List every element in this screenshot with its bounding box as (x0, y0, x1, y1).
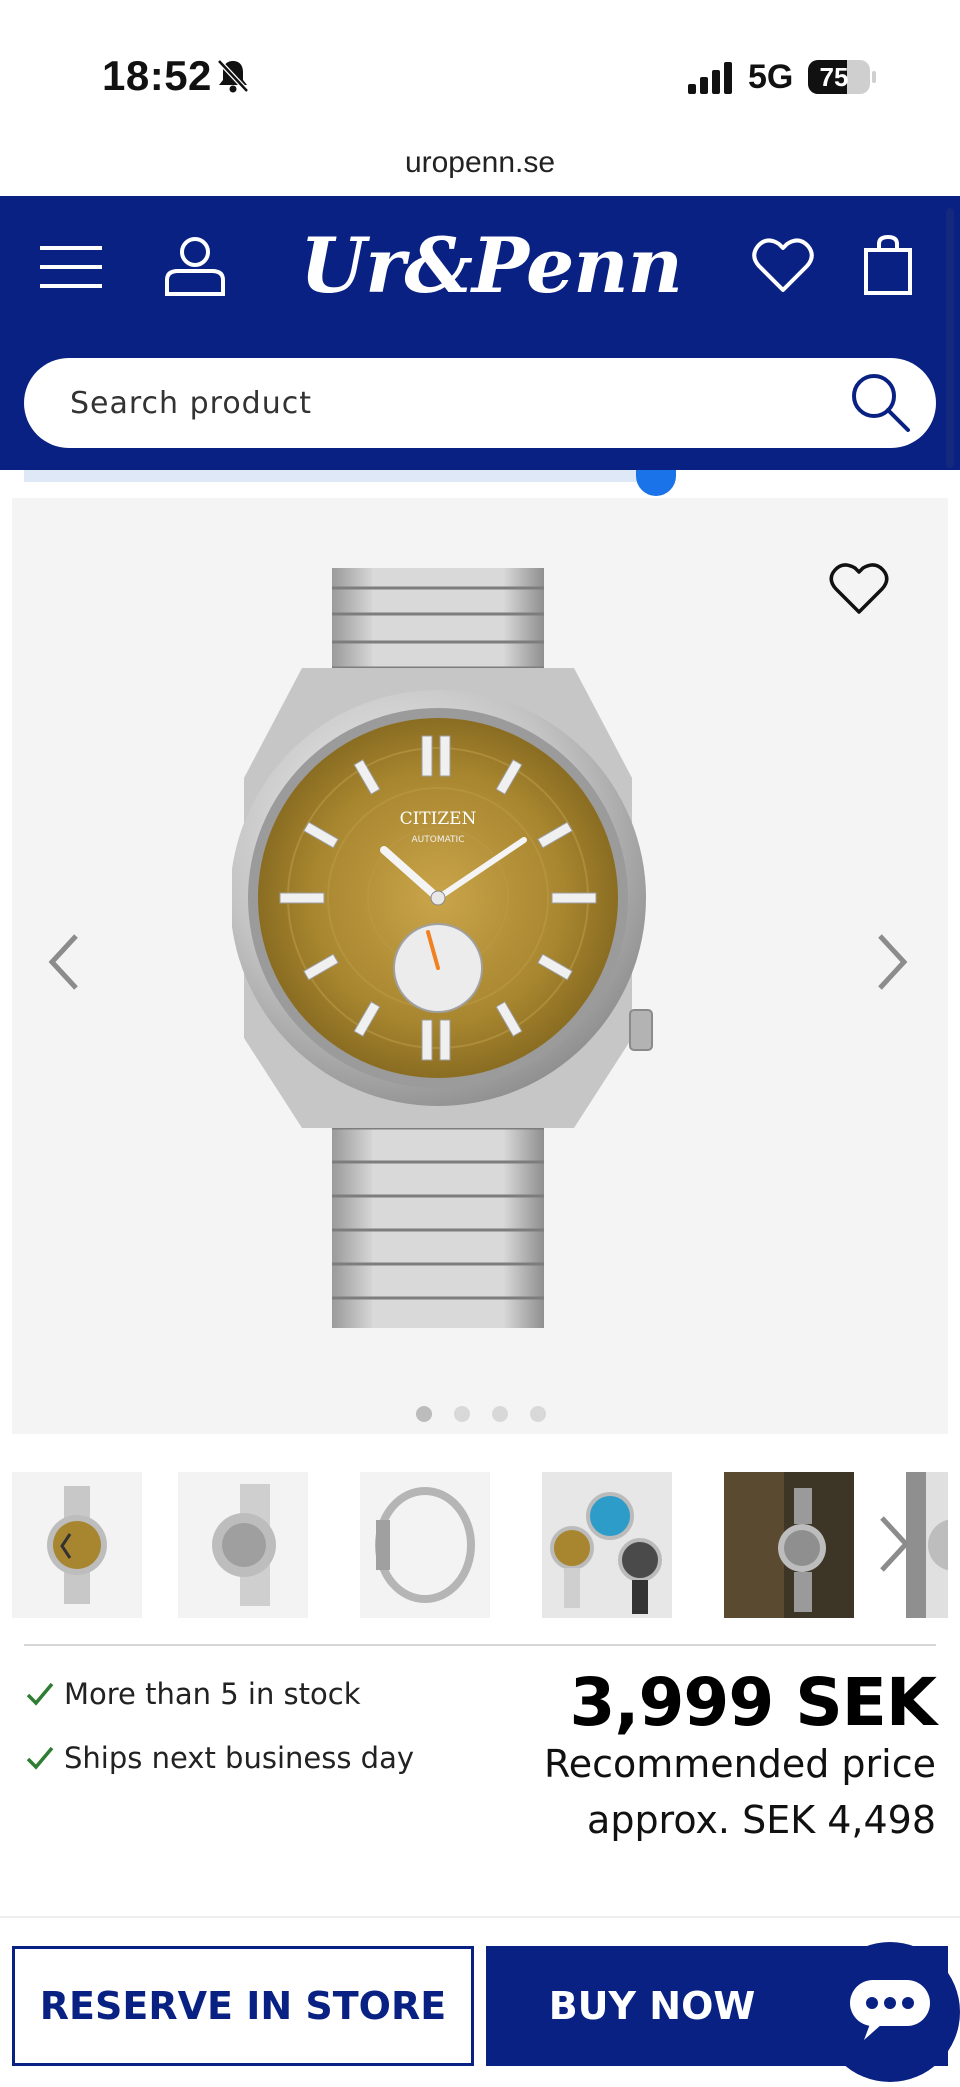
browser-url[interactable]: uropenn.se (0, 146, 960, 180)
thumbnail-strip (12, 1472, 948, 1618)
site-logo[interactable]: Ur&Penn (300, 216, 683, 316)
gallery-dot[interactable] (416, 1406, 432, 1422)
heart-icon[interactable] (752, 236, 814, 294)
thumbnail-side[interactable] (360, 1472, 490, 1618)
reserve-in-store-button[interactable]: RESERVE IN STORE (12, 1946, 474, 2066)
account-icon[interactable] (162, 236, 228, 298)
dial-text: AUTOMATIC (412, 835, 465, 845)
gallery-dot[interactable] (454, 1406, 470, 1422)
section-divider (24, 1644, 936, 1646)
gallery-next-arrow-icon[interactable] (872, 930, 912, 994)
bell-slash-icon (217, 59, 249, 93)
check-icon (26, 1746, 54, 1770)
dial-brand: CITIZEN (400, 809, 477, 829)
signal-icon (688, 62, 732, 94)
thumbnail-back[interactable] (178, 1472, 308, 1618)
recommended-price-label: Recommended price (544, 1742, 936, 1786)
product-price: 3,999 SEK (569, 1664, 937, 1741)
search-icon[interactable] (850, 372, 912, 434)
check-icon (26, 1682, 54, 1706)
page-load-handle (636, 470, 676, 496)
network-type: 5G (748, 58, 794, 96)
gallery-prev-arrow-icon[interactable] (44, 930, 84, 994)
product-image: CITIZEN AUTOMATIC (232, 568, 653, 1328)
stock-text: More than 5 in stock (64, 1677, 361, 1711)
page-load-strip (24, 470, 660, 482)
stock-status: More than 5 in stock (24, 1674, 361, 1714)
recommended-price: Recommended price approx. SEK 4,498 (516, 1736, 936, 1848)
status-time: 18:52 (102, 52, 212, 99)
product-gallery[interactable]: CITIZEN AUTOMATIC (12, 498, 948, 1434)
shipping-status: Ships next business day (24, 1738, 414, 1778)
action-bar: RESERVE IN STORE BUY NOW (0, 1916, 960, 2087)
thumbnail-lifestyle[interactable] (724, 1472, 854, 1618)
header-scrollbar (946, 208, 954, 468)
search-input[interactable] (70, 358, 790, 448)
thumbnail-front[interactable] (12, 1472, 142, 1618)
gallery-dot[interactable] (530, 1406, 546, 1422)
thumbnail-next-arrow-icon[interactable] (874, 1512, 914, 1576)
status-bar: 18:52 5G 75 uropenn.se (0, 0, 960, 179)
menu-icon[interactable] (40, 244, 102, 290)
recommended-price-value: approx. SEK 4,498 (587, 1798, 936, 1842)
chat-bubble-icon (850, 1980, 930, 2040)
chat-button[interactable] (820, 1942, 960, 2082)
battery-level: 75 (819, 62, 849, 92)
search-bar (24, 358, 936, 448)
thumbnail-collection[interactable] (542, 1472, 672, 1618)
wishlist-heart-icon[interactable] (828, 560, 890, 616)
battery-icon: 75 (808, 60, 876, 94)
bag-icon[interactable] (862, 234, 914, 296)
gallery-dot[interactable] (492, 1406, 508, 1422)
shipping-text: Ships next business day (64, 1741, 414, 1775)
site-header: Ur&Penn (0, 196, 960, 470)
gallery-pagination (416, 1406, 566, 1426)
